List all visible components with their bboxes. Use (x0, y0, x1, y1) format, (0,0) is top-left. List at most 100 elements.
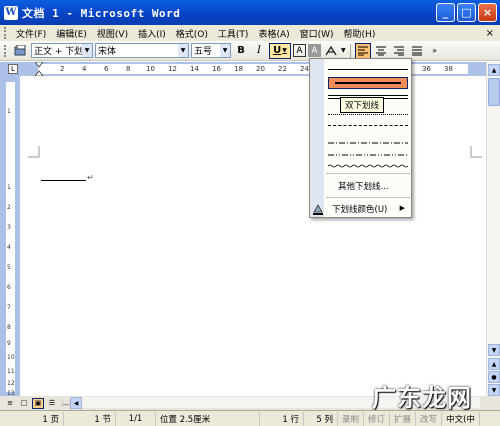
vertical-scrollbar[interactable]: ▲ ▼ ▲ ● ▼ (486, 62, 500, 396)
menu-bar: 文件(F) 编辑(E) 视图(V) 插入(I) 格式(O) 工具(T) 表格(A… (0, 25, 500, 41)
scroll-down-button[interactable]: ▼ (488, 344, 500, 356)
vruler-tick-label: 5 (7, 264, 11, 271)
next-page-button[interactable]: ▼ (488, 384, 500, 396)
vruler-tick-label: 9 (7, 340, 11, 347)
char-shading-icon[interactable]: A (308, 44, 321, 57)
more-underlines-item[interactable]: 其他下划线... (338, 180, 389, 192)
word-app-icon[interactable]: W (4, 5, 18, 20)
watermark-logo: 广东龙网 (372, 384, 472, 412)
font-combobox[interactable]: 宋体 ▼ (95, 43, 189, 58)
underlined-blank-text[interactable] (41, 180, 86, 181)
vertical-ruler[interactable]: 1 1 2 3 4 5 6 7 8 9 10 11 12 13 (0, 76, 20, 397)
status-track-changes[interactable]: 修订 (364, 411, 391, 426)
underline-color-item[interactable]: 下划线颜色(U) (332, 203, 387, 215)
scroll-left-button[interactable]: ◀ (70, 397, 82, 409)
underline-option-thick[interactable] (328, 77, 408, 89)
menu-edit[interactable]: 编辑(E) (51, 27, 92, 40)
status-record[interactable]: 录制 (338, 411, 365, 426)
menu-file[interactable]: 文件(F) (11, 27, 51, 40)
underline-button[interactable]: U ▼ (269, 42, 291, 59)
margin-corner-mark (28, 146, 40, 158)
title-bar: W 文档 1 - Microsoft Word _ □ × (0, 0, 500, 25)
menubar-grip[interactable] (4, 27, 7, 39)
menu-separator (326, 173, 410, 174)
status-overtype[interactable]: 改写 (416, 411, 443, 426)
paragraph-mark-icon: ↵ (87, 173, 94, 182)
underline-option-dashed[interactable] (328, 125, 408, 126)
close-window-button[interactable]: × (478, 3, 497, 22)
style-combobox[interactable]: 正文 + 下划 ▼ (31, 43, 93, 58)
chevron-down-icon[interactable]: ▼ (341, 47, 346, 54)
normal-view-icon[interactable]: ≡ (4, 398, 16, 409)
ruler-tick-label: 20 (256, 65, 265, 73)
chevron-down-icon: ▼ (282, 47, 287, 54)
char-border-icon[interactable]: A (293, 44, 306, 57)
menu-window[interactable]: 窗口(W) (295, 27, 339, 40)
chevron-down-icon[interactable]: ▼ (178, 44, 188, 57)
document-page[interactable]: ↵ (20, 76, 486, 396)
ruler-tick-label: 16 (212, 65, 221, 73)
web-layout-icon[interactable]: □ (18, 398, 30, 409)
ruler-tick-label: 24 (300, 65, 309, 73)
print-layout-icon[interactable]: ▣ (32, 397, 44, 409)
menu-format[interactable]: 格式(O) (171, 27, 213, 40)
chevron-down-icon[interactable]: ▼ (82, 44, 92, 57)
style-combobox-value: 正文 + 下划 (34, 47, 84, 57)
underline-option-dash-dot[interactable] (328, 137, 408, 147)
minimize-button[interactable]: _ (436, 3, 455, 22)
italic-button[interactable]: I (251, 43, 267, 59)
vruler-tick-label: 6 (7, 284, 11, 291)
vruler-tick-label: 7 (7, 304, 11, 311)
browse-object-button[interactable]: ● (488, 371, 500, 383)
vruler-tick-label: 10 (7, 354, 15, 361)
toolbar-grip[interactable] (4, 44, 7, 57)
status-language: 中文(中 (442, 411, 480, 426)
underline-option-dotted[interactable] (328, 114, 408, 115)
menu-tools[interactable]: 工具(T) (213, 27, 254, 40)
menu-insert[interactable]: 插入(I) (133, 27, 171, 40)
maximize-button[interactable]: □ (457, 3, 476, 22)
vruler-tick-label: 2 (7, 204, 11, 211)
status-section: 1 节 (64, 411, 116, 426)
toolbar-options-icon[interactable]: » (427, 43, 443, 59)
outline-view-icon[interactable]: ☰ (46, 398, 58, 409)
status-pages: 1/1 (116, 411, 156, 426)
font-combobox-value: 宋体 (98, 47, 117, 57)
align-center-button[interactable] (373, 43, 389, 59)
vruler-tick-label: 12 (7, 380, 15, 387)
phonetic-guide-icon[interactable] (323, 43, 339, 59)
ruler-tick-label: 38 (444, 65, 453, 73)
previous-page-button[interactable]: ▲ (488, 358, 500, 370)
vruler-tick-label: 1 (7, 184, 11, 191)
ruler-tick-label: 12 (168, 65, 177, 73)
document-close-button[interactable]: × (486, 28, 494, 39)
toolbar-separator (349, 43, 351, 58)
align-right-button[interactable] (391, 43, 407, 59)
tab-stop-selector[interactable]: L (8, 64, 18, 74)
underline-color-icon (312, 203, 324, 215)
status-extend[interactable]: 扩展 (390, 411, 417, 426)
chevron-down-icon[interactable]: ▼ (220, 44, 230, 57)
justify-button[interactable] (409, 43, 425, 59)
styles-pane-icon[interactable] (13, 43, 29, 59)
formatting-toolbar: 正文 + 下划 ▼ 宋体 ▼ 五号 ▼ B I U ▼ A A ▼ » (0, 41, 500, 61)
vruler-tick-label: 3 (7, 224, 11, 231)
scroll-thumb[interactable] (488, 78, 500, 106)
window-title: 文档 1 - Microsoft Word (22, 6, 181, 20)
indent-marker-icon[interactable] (35, 62, 43, 76)
menu-view[interactable]: 视图(V) (92, 27, 133, 40)
align-left-button[interactable] (354, 42, 371, 59)
ruler-tick-label: 8 (126, 65, 131, 73)
vruler-tick-label: 8 (7, 324, 11, 331)
scroll-up-button[interactable]: ▲ (488, 64, 500, 76)
horizontal-ruler[interactable]: L 2 4 6 8 10 12 14 16 18 20 22 24 26 36 … (0, 62, 500, 76)
menu-table[interactable]: 表格(A) (253, 27, 294, 40)
underline-option-single[interactable] (328, 69, 408, 70)
underline-option-wave[interactable] (327, 161, 409, 171)
underline-option-dash-dot-dot[interactable] (328, 149, 408, 159)
margin-corner-mark (470, 146, 482, 158)
bold-button[interactable]: B (233, 43, 249, 59)
status-position: 位置 2.5厘米 (156, 411, 260, 426)
menu-help[interactable]: 帮助(H) (339, 27, 381, 40)
font-size-combobox[interactable]: 五号 ▼ (191, 43, 231, 58)
